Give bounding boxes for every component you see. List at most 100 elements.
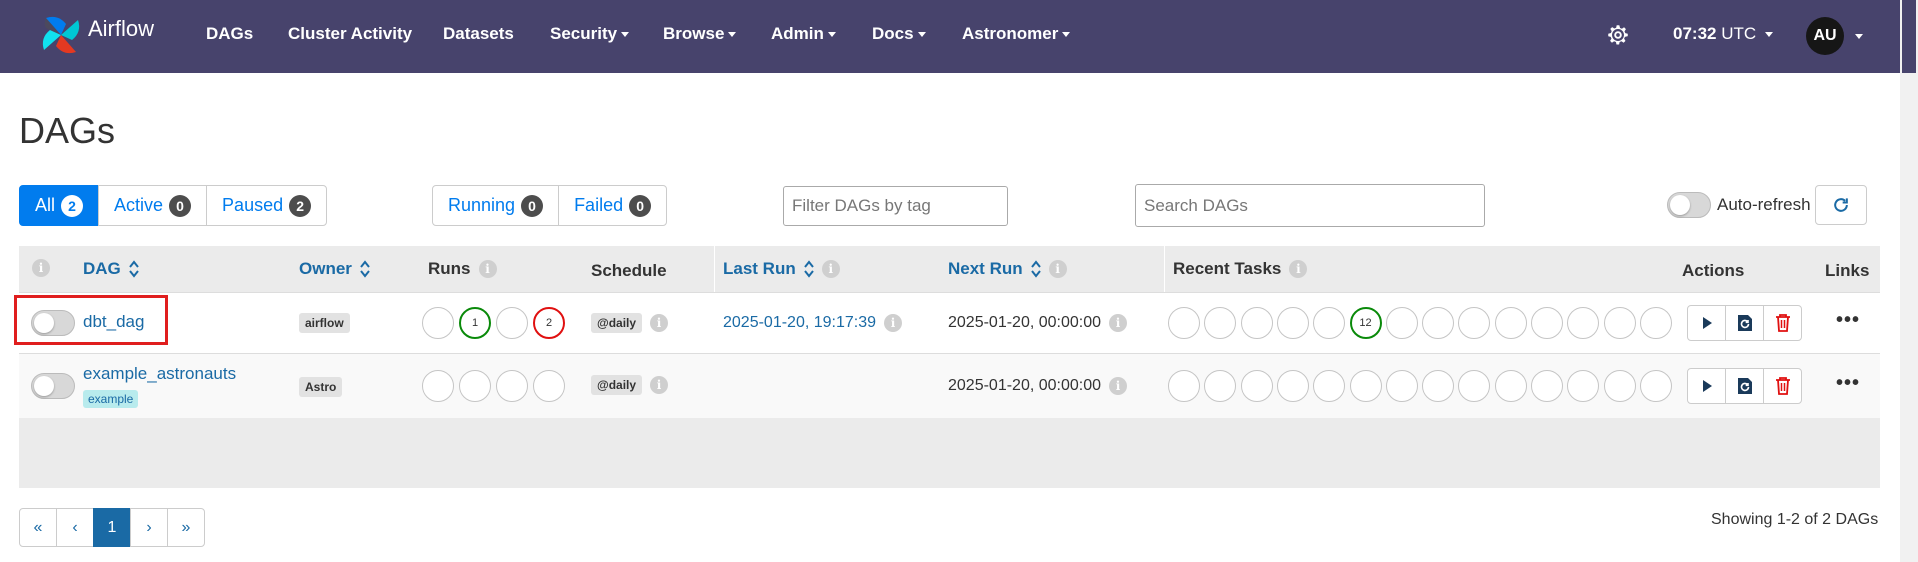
schedule-badge[interactable]: @daily — [591, 313, 643, 333]
search-dags-input[interactable]: Search DAGs — [1135, 184, 1485, 227]
nav-admin-menu[interactable]: Admin — [771, 24, 836, 44]
task-state-circle[interactable] — [1313, 370, 1346, 402]
nav-cluster-activity[interactable]: Cluster Activity — [288, 24, 412, 44]
refresh-dag-button[interactable] — [1725, 368, 1764, 404]
scrollbar-thumb[interactable] — [1902, 0, 1916, 73]
more-links-icon[interactable]: ••• — [1836, 372, 1860, 395]
more-links-icon[interactable]: ••• — [1836, 309, 1860, 332]
nav-security-menu[interactable]: Security — [550, 24, 630, 44]
task-state-circle[interactable] — [1458, 370, 1491, 402]
pause-dag-toggle[interactable] — [31, 373, 75, 399]
task-state-circle[interactable] — [1385, 307, 1418, 339]
task-state-circle[interactable] — [1240, 370, 1273, 402]
refresh-button[interactable] — [1815, 185, 1867, 225]
task-state-circle[interactable] — [1313, 307, 1346, 339]
last-page-button[interactable]: » — [167, 508, 205, 547]
nav-browse-menu[interactable]: Browse — [663, 24, 737, 44]
task-state-circle[interactable] — [1639, 307, 1672, 339]
task-state-circle[interactable] — [1276, 370, 1309, 402]
run-state-circle[interactable]: 2 — [533, 307, 565, 339]
task-state-circle[interactable] — [1276, 307, 1309, 339]
run-state-circle[interactable] — [496, 307, 528, 339]
column-header-next-run[interactable]: Next Run i — [948, 259, 1067, 279]
nav-dags[interactable]: DAGs — [206, 24, 253, 44]
chevron-down-icon[interactable] — [1855, 34, 1863, 39]
delete-dag-button[interactable] — [1763, 305, 1802, 341]
highlight-annotation-box — [14, 295, 168, 345]
task-state-circle[interactable] — [1494, 370, 1527, 402]
task-state-circle[interactable] — [1349, 370, 1382, 402]
filter-running-button[interactable]: Running 0 — [432, 185, 560, 226]
refresh-dag-button[interactable] — [1725, 305, 1764, 341]
recent-tasks-circles — [1168, 370, 1678, 404]
schedule-badge[interactable]: @daily — [591, 375, 643, 395]
info-icon[interactable]: i — [1109, 377, 1128, 395]
task-state-circle[interactable] — [1240, 307, 1273, 339]
timezone-dropdown[interactable]: 07:32 UTC — [1673, 24, 1773, 44]
filter-all-button[interactable]: All 2 — [19, 185, 100, 226]
task-state-circle[interactable] — [1422, 307, 1455, 339]
nav-datasets[interactable]: Datasets — [443, 24, 514, 44]
task-state-circle[interactable] — [1204, 370, 1237, 402]
info-icon[interactable]: i — [478, 260, 497, 278]
info-icon[interactable]: i — [1048, 260, 1067, 278]
info-icon[interactable]: i — [1109, 314, 1128, 332]
trigger-dag-button[interactable] — [1687, 368, 1726, 404]
dag-id-link[interactable]: example_astronauts — [83, 364, 236, 384]
info-icon[interactable]: i — [650, 376, 669, 394]
owner-badge[interactable]: Astro — [299, 377, 343, 397]
delete-dag-button[interactable] — [1763, 368, 1802, 404]
task-state-circle[interactable] — [1567, 307, 1600, 339]
column-header-recent-tasks: Recent Tasks i — [1173, 259, 1308, 279]
run-state-circle[interactable] — [422, 370, 454, 402]
task-state-circle[interactable] — [1531, 370, 1563, 402]
owner-badge[interactable]: airflow — [299, 313, 350, 333]
prev-page-button[interactable]: ‹ — [56, 508, 94, 547]
info-icon[interactable]: i — [884, 314, 903, 332]
info-icon[interactable]: i — [821, 260, 840, 278]
column-header-owner[interactable]: Owner — [299, 259, 370, 279]
task-state-circle[interactable] — [1531, 307, 1563, 339]
user-avatar[interactable]: AU — [1806, 17, 1844, 55]
dag-tag[interactable]: example — [83, 390, 139, 408]
task-state-circle[interactable] — [1385, 370, 1418, 402]
run-state-circle[interactable] — [459, 370, 491, 402]
nav-docs-menu[interactable]: Docs — [872, 24, 926, 44]
task-state-circle[interactable] — [1603, 307, 1636, 339]
filter-failed-button[interactable]: Failed 0 — [558, 185, 668, 226]
refresh-file-icon — [1737, 315, 1752, 331]
last-run-link[interactable]: 2025-01-20, 19:17:39 i — [723, 314, 903, 332]
task-state-circle[interactable] — [1168, 307, 1200, 339]
info-icon[interactable]: i — [32, 259, 50, 277]
page-number-button[interactable]: 1 — [93, 508, 131, 547]
vertical-scrollbar[interactable] — [1900, 0, 1918, 562]
run-state-circle[interactable] — [533, 370, 565, 402]
task-state-circle[interactable] — [1603, 370, 1636, 402]
column-header-last-run[interactable]: Last Run i — [723, 259, 840, 279]
task-state-circle[interactable] — [1494, 307, 1527, 339]
run-state-circle[interactable] — [422, 307, 454, 339]
task-state-circle[interactable] — [1204, 307, 1237, 339]
current-time: 07:32 — [1673, 24, 1717, 43]
run-state-circle[interactable] — [496, 370, 528, 402]
auto-refresh-toggle[interactable] — [1667, 192, 1711, 218]
task-state-circle[interactable] — [1458, 307, 1491, 339]
next-page-button[interactable]: › — [130, 508, 168, 547]
nav-astronomer-menu[interactable]: Astronomer — [962, 24, 1071, 44]
info-icon[interactable]: i — [650, 314, 669, 332]
task-state-circle[interactable] — [1422, 370, 1455, 402]
task-state-circle[interactable] — [1168, 370, 1200, 402]
column-header-dag[interactable]: DAG — [83, 259, 139, 279]
task-state-circle[interactable] — [1567, 370, 1600, 402]
run-state-circle[interactable]: 1 — [459, 307, 491, 339]
info-icon[interactable]: i — [1289, 260, 1308, 278]
trigger-dag-button[interactable] — [1687, 305, 1726, 341]
task-state-circle[interactable] — [1639, 370, 1672, 402]
filter-active-button[interactable]: Active 0 — [98, 185, 208, 226]
brand-home-link[interactable]: Airflow — [36, 10, 154, 60]
first-page-button[interactable]: « — [19, 508, 57, 547]
filter-paused-button[interactable]: Paused 2 — [206, 185, 328, 226]
gear-icon[interactable] — [1605, 22, 1631, 48]
tag-filter-input[interactable]: Filter DAGs by tag — [783, 186, 1008, 226]
task-state-circle[interactable]: 12 — [1349, 307, 1382, 339]
